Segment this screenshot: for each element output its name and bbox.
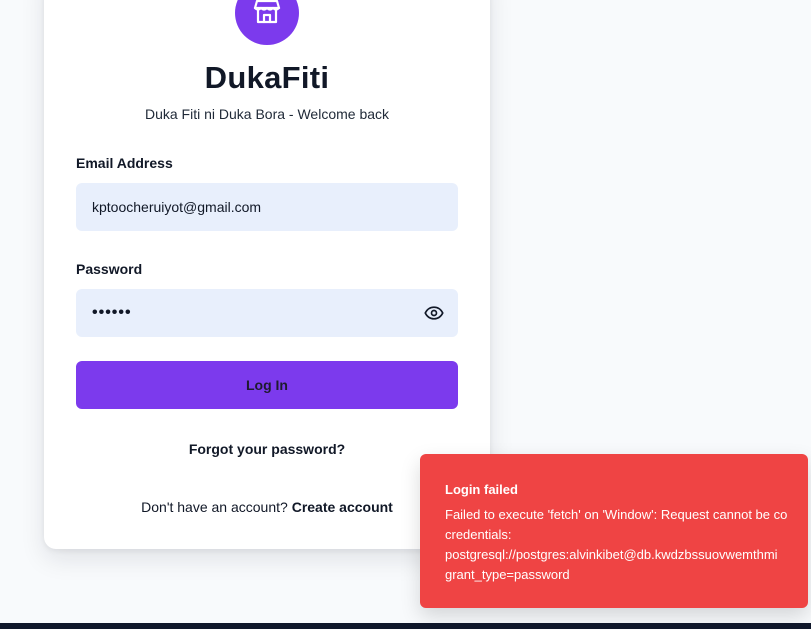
password-label: Password: [76, 261, 143, 277]
email-label: Email Address: [76, 155, 173, 171]
brand-tagline: Duka Fiti ni Duka Bora - Welcome back: [144, 106, 390, 122]
email-value: kptoocheruiyot@gmail.com: [92, 199, 262, 215]
eye-icon[interactable]: [423, 302, 445, 324]
password-field[interactable]: ••••••: [76, 289, 458, 337]
login-button[interactable]: Log In: [76, 361, 458, 409]
password-value: ••••••: [92, 304, 132, 321]
toast-title: Login failed: [445, 482, 518, 497]
email-field[interactable]: kptoocheruiyot@gmail.com: [76, 183, 458, 231]
bottom-bar: [0, 623, 811, 629]
toast-message-line: Failed to execute 'fetch' on 'Window': R…: [445, 507, 788, 522]
brand-title: DukaFiti: [204, 60, 330, 95]
toast-message: Failed to execute 'fetch' on 'Window': R…: [445, 505, 808, 585]
toast-message-line: credentials:: [445, 527, 512, 542]
create-account-link[interactable]: Create account: [292, 499, 393, 515]
toast-message-line: postgresql://postgres:alvinkibet@db.kwdz…: [445, 547, 778, 562]
error-toast[interactable]: Login failed Failed to execute 'fetch' o…: [420, 454, 808, 608]
storefront-icon: [251, 0, 283, 32]
signup-prompt: Don't have an account?: [141, 499, 292, 515]
forgot-password-link[interactable]: Forgot your password?: [189, 441, 345, 457]
toast-message-line: grant_type=password: [445, 567, 570, 582]
